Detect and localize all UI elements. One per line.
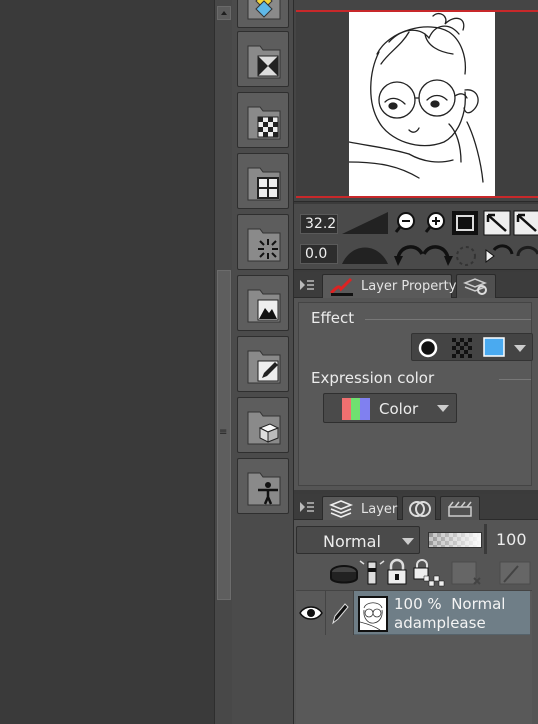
tab-animation-cels[interactable] bbox=[402, 496, 436, 520]
layer-panel: Normal 100 100 % Normal adamplease bbox=[294, 520, 538, 724]
lock-transparent-pixels-icon[interactable] bbox=[413, 559, 445, 587]
layer-row[interactable]: 100 % Normal adamplease bbox=[296, 591, 530, 635]
actual-size-icon[interactable] bbox=[452, 211, 478, 235]
layer-name: adamplease bbox=[394, 614, 486, 632]
effect-lines-folder-icon bbox=[247, 228, 281, 262]
delete-layer-icon[interactable] bbox=[499, 561, 531, 585]
layer-list: 100 % Normal adamplease bbox=[296, 590, 532, 724]
effect-dropdown-chevron-icon[interactable] bbox=[514, 345, 526, 352]
fit-to-screen-icon[interactable] bbox=[483, 210, 511, 236]
layer-thumbnail-sketch bbox=[359, 602, 383, 631]
material-folder-brush[interactable] bbox=[237, 336, 289, 392]
3d-folder-icon bbox=[247, 411, 281, 445]
material-folder-effect-lines[interactable] bbox=[237, 214, 289, 270]
effect-label: Effect bbox=[311, 309, 355, 327]
zoom-out-icon[interactable] bbox=[394, 212, 415, 233]
chevron-down-icon bbox=[437, 405, 449, 412]
layer-opacity-blend: 100 % Normal bbox=[394, 595, 506, 613]
zoom-slider[interactable] bbox=[342, 212, 388, 234]
expression-color-label: Expression color bbox=[311, 369, 435, 387]
tab-search-layer[interactable] bbox=[456, 274, 496, 298]
material-folder-pose[interactable] bbox=[237, 458, 289, 514]
material-folder-texture[interactable] bbox=[237, 92, 289, 148]
scroll-up-arrow-icon[interactable] bbox=[217, 6, 231, 20]
sketch-drawing bbox=[348, 12, 484, 183]
divider bbox=[365, 319, 531, 320]
material-folder-3d[interactable] bbox=[237, 397, 289, 453]
pattern-folder-icon bbox=[247, 45, 281, 79]
vertical-scrollbar[interactable]: ≡ bbox=[214, 0, 232, 724]
material-folder-frame[interactable] bbox=[237, 153, 289, 209]
lock-layer-icon[interactable] bbox=[387, 558, 407, 585]
clip-to-layer-below-icon[interactable] bbox=[330, 565, 358, 584]
material-list-area bbox=[0, 0, 214, 724]
layer-toolbar bbox=[330, 558, 531, 587]
zoom-in-icon[interactable] bbox=[424, 212, 445, 233]
opacity-slider[interactable] bbox=[428, 532, 482, 548]
fit-to-navigator-icon[interactable] bbox=[513, 210, 538, 236]
flip-vertical-icon[interactable] bbox=[516, 246, 538, 257]
layer-tabbar: Layer bbox=[294, 494, 538, 520]
tab-layer-label: Layer bbox=[361, 502, 398, 517]
eye-icon bbox=[299, 606, 323, 620]
layer-property-tabbar: Layer Property bbox=[294, 272, 538, 298]
effect-buttons bbox=[411, 333, 533, 361]
color-pattern-folder-icon bbox=[247, 0, 281, 20]
flip-horizontal-icon[interactable] bbox=[485, 244, 514, 263]
layer-color-effect-icon[interactable] bbox=[483, 337, 505, 357]
layer-thumbnail[interactable] bbox=[358, 596, 388, 632]
rotation-field[interactable]: 0.0 bbox=[300, 244, 338, 264]
expression-color-value: Color bbox=[379, 400, 419, 418]
material-folder-pattern[interactable] bbox=[237, 31, 289, 87]
brush-folder-icon bbox=[247, 350, 281, 384]
editing-layer-indicator[interactable] bbox=[326, 591, 354, 635]
layers-icon bbox=[329, 500, 353, 518]
visibility-toggle[interactable] bbox=[296, 591, 326, 635]
pen-icon bbox=[332, 603, 349, 625]
navigator-tool-buttons bbox=[394, 210, 538, 266]
blend-mode-value: Normal bbox=[323, 532, 381, 551]
zoom-field[interactable]: 32.2 bbox=[300, 214, 338, 234]
reset-rotation-icon[interactable] bbox=[456, 246, 476, 266]
blend-mode-select[interactable]: Normal bbox=[296, 526, 420, 554]
chevron-down-icon bbox=[402, 538, 414, 545]
animation-cels-icon bbox=[409, 501, 431, 517]
material-folder-color-pattern[interactable] bbox=[237, 0, 289, 28]
reference-layer-icon[interactable] bbox=[359, 560, 385, 585]
tone-effect-icon[interactable] bbox=[452, 338, 474, 358]
image-folder-icon bbox=[247, 289, 281, 323]
navigator-controls: 32.2 0.0 bbox=[294, 204, 538, 270]
clapperboard-icon bbox=[448, 501, 472, 517]
border-effect-icon[interactable] bbox=[418, 338, 438, 358]
tab-layer-property[interactable]: Layer Property bbox=[322, 274, 456, 298]
frame-folder-icon bbox=[247, 167, 281, 201]
rotate-left-icon[interactable] bbox=[394, 245, 424, 266]
expression-color-select[interactable]: Color bbox=[323, 393, 457, 423]
layer-property-icon bbox=[329, 277, 353, 296]
material-folder-column bbox=[232, 0, 294, 724]
tab-layer-property-label: Layer Property bbox=[361, 279, 457, 294]
tab-timeline[interactable] bbox=[440, 496, 480, 520]
divider bbox=[499, 379, 531, 380]
opacity-value[interactable]: 100 bbox=[496, 530, 527, 549]
rotation-slider[interactable] bbox=[342, 242, 388, 264]
rotate-right-icon[interactable] bbox=[422, 245, 453, 266]
canvas-preview[interactable] bbox=[348, 12, 495, 196]
layer-property-panel: Effect Expression color Color bbox=[294, 298, 538, 490]
panel-menu-icon[interactable] bbox=[296, 498, 318, 516]
navigator-panel bbox=[294, 0, 538, 202]
pose-folder-icon bbox=[247, 472, 281, 506]
search-layer-icon bbox=[463, 278, 488, 295]
material-folder-image[interactable] bbox=[237, 275, 289, 331]
scrollbar-grip-icon: ≡ bbox=[219, 427, 228, 438]
opacity-slider-handle[interactable] bbox=[484, 524, 487, 554]
checker-folder-icon bbox=[247, 106, 281, 140]
tab-layer[interactable]: Layer bbox=[322, 496, 398, 520]
panel-menu-icon[interactable] bbox=[296, 276, 318, 294]
merge-layer-icon[interactable] bbox=[451, 561, 481, 585]
color-mode-icon bbox=[342, 398, 370, 420]
navigator-view-frame[interactable] bbox=[296, 10, 538, 198]
